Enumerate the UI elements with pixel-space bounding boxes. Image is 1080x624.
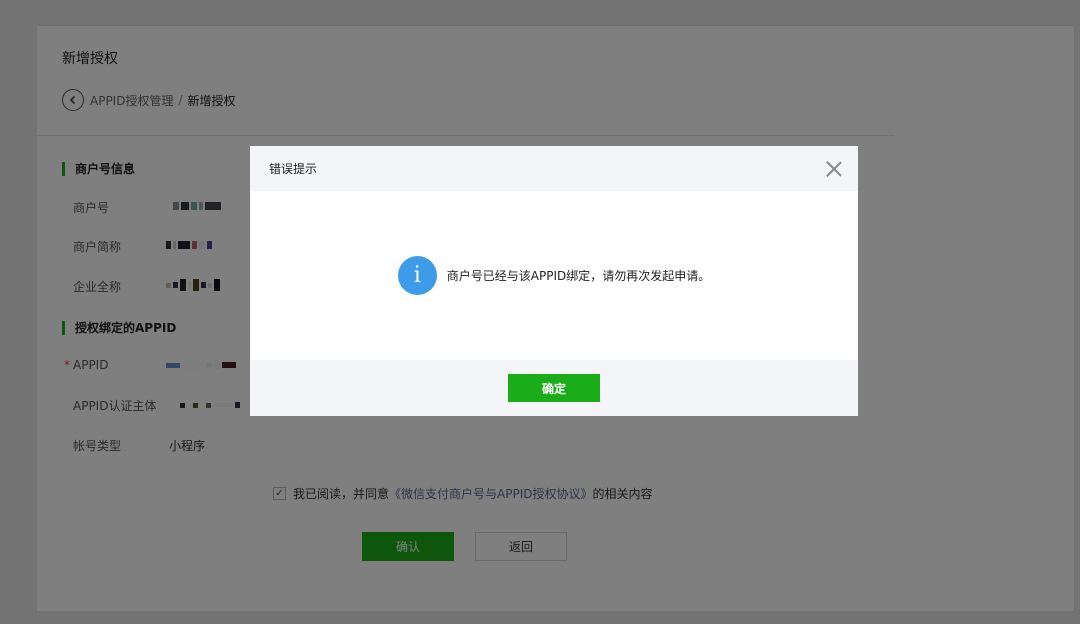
dialog-body: i 商户号已经与该APPID绑定，请勿再次发起申请。 (250, 191, 858, 360)
dialog-title: 错误提示 (269, 162, 318, 176)
dialog-footer: 确定 (250, 360, 858, 416)
dialog-message: 商户号已经与该APPID绑定，请勿再次发起申请。 (446, 269, 711, 283)
dialog-header: 错误提示 (250, 146, 858, 191)
error-dialog: 错误提示 i 商户号已经与该APPID绑定，请勿再次发起申请。 确定 (250, 146, 858, 416)
dialog-ok-button[interactable]: 确定 (508, 374, 600, 402)
info-circle-icon: i (397, 256, 437, 295)
close-icon[interactable] (826, 161, 842, 177)
